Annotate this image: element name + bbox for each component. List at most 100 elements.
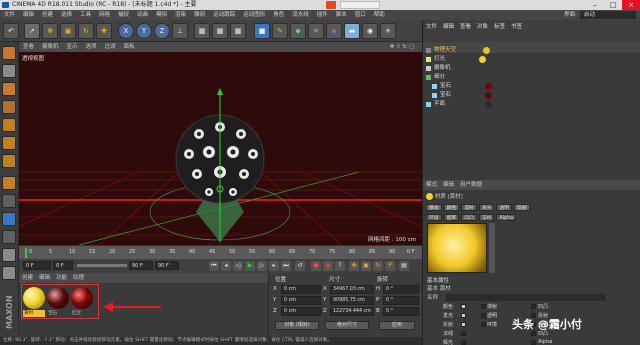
channel-tab[interactable]: 烟雾 — [443, 214, 460, 221]
rotation-h-field[interactable]: 0 ° — [383, 285, 419, 294]
workplane-icon[interactable] — [2, 100, 16, 114]
material-menu-item[interactable]: 创建 — [19, 273, 36, 283]
size-x-field[interactable]: 34967.03 cm — [330, 285, 374, 294]
material-menu-item[interactable]: 功能 — [53, 273, 70, 283]
channel-tab[interactable]: 反射 — [514, 204, 530, 211]
keyframe-selection-icon[interactable]: ? — [335, 261, 345, 271]
key-scale-icon[interactable]: ▣ — [361, 261, 371, 271]
menu-item[interactable]: 创建 — [38, 10, 57, 20]
key-position-icon[interactable]: ✥ — [349, 261, 359, 271]
om-menu-item[interactable]: 标签 — [491, 22, 508, 32]
move-icon[interactable]: ✥ — [42, 23, 58, 39]
menu-item[interactable]: 网格 — [95, 10, 114, 20]
tweak-mode-icon[interactable] — [2, 194, 16, 208]
coordinate-system-icon[interactable]: ⊥ — [172, 23, 188, 39]
texture-mode-icon[interactable] — [2, 82, 16, 96]
polygons-mode-icon[interactable] — [2, 154, 16, 168]
points-mode-icon[interactable] — [2, 118, 16, 132]
menu-item[interactable]: 窗口 — [351, 10, 370, 20]
viewport-menu-item[interactable]: 面板 — [120, 42, 139, 52]
preview-range-slider[interactable] — [77, 264, 127, 267]
channel-tab[interactable]: 漫射 — [461, 204, 477, 211]
menu-item[interactable]: 选择 — [57, 10, 76, 20]
menu-item[interactable]: 模拟 — [152, 10, 171, 20]
undo-icon[interactable]: ↶ — [3, 23, 19, 39]
camera-icon[interactable]: ◉ — [362, 23, 378, 39]
deformer-icon[interactable]: ◈ — [326, 23, 342, 39]
menu-item[interactable]: 帮助 — [370, 10, 389, 20]
light-icon[interactable]: ☀ — [380, 23, 396, 39]
object-name[interactable]: 物理天空 — [434, 46, 456, 55]
next-frame-icon[interactable]: ▷ — [257, 261, 267, 271]
material-menu-item[interactable]: 编辑 — [36, 273, 53, 283]
checkbox[interactable] — [461, 313, 466, 318]
menu-item[interactable]: 文件 — [0, 10, 19, 20]
select-arrow-icon[interactable]: ➚ — [24, 23, 40, 39]
object-row[interactable]: 宝石 — [423, 91, 640, 100]
floor-icon[interactable]: ▬ — [344, 23, 360, 39]
rotation-p-field[interactable]: 0 ° — [383, 296, 419, 305]
planar-workplane-icon[interactable] — [2, 248, 16, 262]
material-tag-icon[interactable] — [483, 47, 490, 54]
loop-icon[interactable]: ↺ — [295, 261, 305, 271]
edges-mode-icon[interactable] — [2, 136, 16, 150]
menu-item[interactable]: 动画 — [133, 10, 152, 20]
timeline-icon[interactable]: ▤ — [399, 261, 409, 271]
material-swatch-red[interactable] — [71, 287, 93, 309]
menu-item[interactable]: 运动跟踪 — [209, 10, 239, 20]
maximize-button[interactable]: □ — [604, 0, 622, 10]
object-name[interactable]: 宝石 — [440, 82, 451, 91]
ime-toolbar[interactable] — [340, 1, 380, 9]
channel-tab[interactable]: 基本 — [426, 204, 442, 211]
menu-item[interactable]: 角色 — [269, 10, 288, 20]
render-settings-icon[interactable]: ▦ — [230, 23, 246, 39]
material-name[interactable]: 红宝 — [71, 310, 93, 317]
key-rotation-icon[interactable]: ↻ — [373, 261, 383, 271]
am-menu-item[interactable]: 编辑 — [440, 180, 457, 190]
recent-tool-icon[interactable]: ✚ — [96, 23, 112, 39]
om-menu-item[interactable]: 对象 — [474, 22, 491, 32]
object-row[interactable]: 物理天空 — [423, 46, 640, 55]
menu-item[interactable]: 运动图形 — [239, 10, 269, 20]
rotate-icon[interactable]: ↻ — [78, 23, 94, 39]
object-name[interactable]: 平面 — [434, 100, 445, 109]
lock-workplane-icon[interactable] — [2, 230, 16, 244]
scale-icon[interactable]: ▣ — [60, 23, 76, 39]
material-tag-icon[interactable] — [485, 92, 492, 99]
cube-icon[interactable]: ■ — [254, 23, 270, 39]
om-menu-item[interactable]: 书签 — [508, 22, 525, 32]
model-mode-icon[interactable] — [2, 64, 16, 78]
channel-tab[interactable]: 环境 — [426, 214, 442, 221]
object-row[interactable]: 摄像机 — [423, 64, 640, 73]
checkbox[interactable] — [531, 340, 536, 345]
checkbox[interactable] — [531, 304, 536, 309]
prev-key-icon[interactable]: ◂ — [221, 261, 231, 271]
om-menu-item[interactable]: 编辑 — [440, 22, 457, 32]
om-menu-item[interactable]: 查看 — [457, 22, 474, 32]
record-active-icon[interactable]: ● — [311, 261, 321, 271]
perspective-viewport[interactable]: 透视视图 网格间距 : 100 cm — [19, 52, 422, 245]
channel-tab[interactable]: 发光 — [478, 204, 495, 211]
menu-item[interactable]: 脚本 — [332, 10, 351, 20]
channel-tab[interactable]: 透明 — [496, 204, 513, 211]
sogou-ime-icon[interactable] — [326, 1, 336, 9]
axis-z-button[interactable]: Z — [154, 23, 170, 39]
y-axis-arrow-icon[interactable] — [217, 88, 223, 95]
material-name[interactable]: 宝石 — [47, 310, 69, 317]
menu-item[interactable]: 雕刻 — [190, 10, 209, 20]
size-mode-select[interactable]: 绝对尺寸 — [325, 321, 369, 330]
checkbox[interactable] — [461, 340, 466, 345]
viewport-nav-icons[interactable]: ✥ ⇧ ↻ ▢ — [386, 42, 418, 52]
object-row[interactable]: 平面 — [423, 100, 640, 109]
channel-tab[interactable]: Alpha — [496, 214, 517, 221]
solo-icon[interactable] — [2, 266, 16, 280]
pen-icon[interactable]: ✎ — [272, 23, 288, 39]
size-z-field[interactable]: 122734.444 cm — [330, 307, 374, 316]
material-menu-item[interactable]: 纹理 — [70, 273, 87, 283]
end-frame-field[interactable]: 90 F — [129, 261, 153, 270]
checkbox[interactable] — [481, 313, 486, 318]
material-tag-icon[interactable] — [485, 101, 492, 108]
am-menu-item[interactable]: 模式 — [423, 180, 440, 190]
axis-y-button[interactable]: Y — [136, 23, 152, 39]
autokey-icon[interactable]: ◉ — [323, 261, 333, 271]
